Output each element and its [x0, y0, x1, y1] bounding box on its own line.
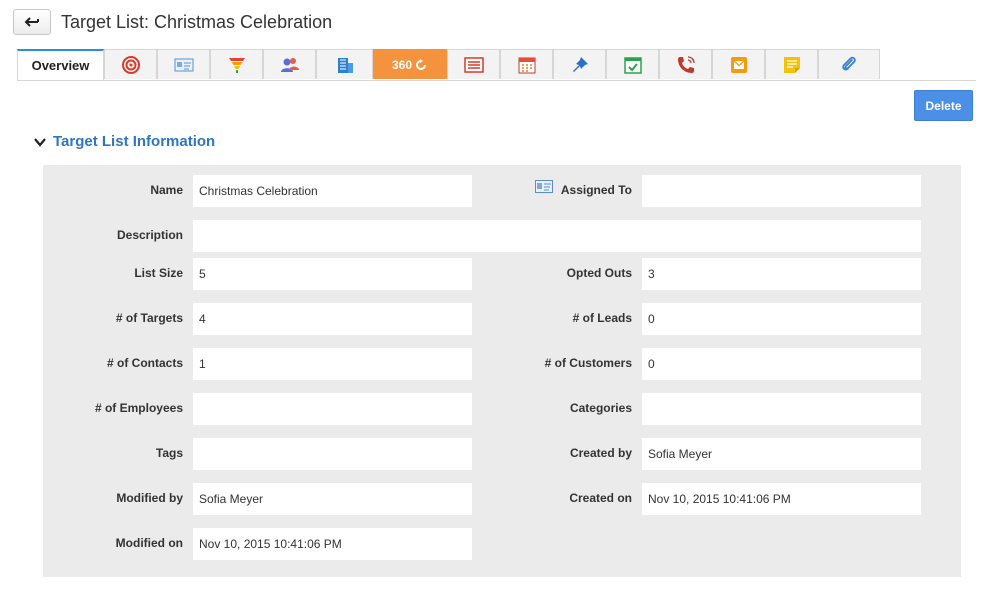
assigned-to-label: Assigned To [560, 183, 632, 197]
section-header[interactable]: Target List Information [33, 133, 215, 150]
mail-icon [730, 56, 747, 73]
tab-360-view[interactable]: 360 [373, 49, 447, 79]
targets-value: 4 [193, 303, 472, 335]
created-by-value: Sofia Meyer [642, 438, 921, 470]
tab-contacts[interactable] [263, 49, 316, 79]
page-header: Target List: Christmas Celebration [13, 8, 332, 36]
tab-list[interactable] [447, 49, 500, 79]
back-arrow-icon [24, 17, 39, 27]
list-icon [463, 56, 484, 73]
tab-accounts[interactable] [316, 49, 373, 79]
tags-value [193, 438, 472, 470]
note-icon [783, 56, 800, 73]
attachment-icon [842, 56, 856, 70]
chevron-down-icon[interactable] [33, 135, 47, 149]
assigned-user-icon [535, 180, 553, 193]
tab-attachments[interactable] [818, 49, 880, 79]
tab-bar: Overview 360 [17, 49, 976, 81]
created-on-value: Nov 10, 2015 10:41:06 PM [642, 483, 921, 515]
contact-card-icon [174, 58, 193, 71]
leads-label: # of Leads [572, 311, 632, 325]
delete-button[interactable]: Delete [914, 90, 973, 121]
created-on-label: Created on [569, 491, 632, 505]
task-check-icon [623, 56, 642, 74]
employees-label: # of Employees [94, 401, 183, 415]
tab-360-label: 360 [391, 57, 413, 72]
name-value: Christmas Celebration [193, 175, 472, 207]
customers-label: # of Customers [544, 356, 632, 370]
building-icon [337, 57, 353, 73]
pin-icon [572, 56, 588, 72]
categories-value [642, 393, 921, 425]
funnel-icon [228, 57, 245, 73]
employees-value [193, 393, 472, 425]
calendar-icon [518, 57, 535, 73]
tab-notes[interactable] [765, 49, 818, 79]
tab-pin[interactable] [553, 49, 606, 79]
section-title: Target List Information [53, 133, 216, 150]
categories-label: Categories [569, 401, 632, 415]
tab-email[interactable] [712, 49, 765, 79]
tab-calls[interactable] [659, 49, 712, 79]
modified-on-label: Modified on [115, 536, 183, 550]
phone-icon [677, 55, 695, 73]
customers-value: 0 [642, 348, 921, 380]
targets-label: # of Targets [115, 311, 183, 325]
tab-targets[interactable] [104, 49, 157, 79]
360-refresh-icon [416, 58, 427, 70]
contacts-label: # of Contacts [106, 356, 183, 370]
list-size-label: List Size [134, 266, 183, 280]
tab-leads[interactable] [210, 49, 263, 79]
tab-overview[interactable]: Overview [17, 49, 104, 80]
modified-on-value: Nov 10, 2015 10:41:06 PM [193, 528, 472, 560]
description-value [193, 220, 921, 252]
target-icon [121, 55, 140, 74]
users-icon [280, 57, 299, 72]
tab-overview-label: Overview [31, 58, 90, 73]
modified-by-value: Sofia Meyer [193, 483, 472, 515]
tab-tasks[interactable] [606, 49, 659, 79]
opted-outs-value: 3 [642, 258, 921, 290]
page-title: Target List: Christmas Celebration [61, 11, 333, 32]
opted-outs-label: Opted Outs [566, 266, 632, 280]
modified-by-label: Modified by [116, 491, 183, 505]
tags-label: Tags [155, 446, 183, 460]
created-by-label: Created by [569, 446, 632, 460]
assigned-to-value [642, 175, 921, 207]
tab-calendar[interactable] [500, 49, 553, 79]
detail-panel: Name Christmas Celebration Assigned To D… [43, 165, 961, 577]
name-label: Name [150, 183, 183, 197]
contacts-value: 1 [193, 348, 472, 380]
back-button[interactable] [13, 9, 51, 35]
description-label: Description [116, 228, 183, 242]
leads-value: 0 [642, 303, 921, 335]
tab-contacts-card[interactable] [157, 49, 210, 79]
list-size-value: 5 [193, 258, 472, 290]
